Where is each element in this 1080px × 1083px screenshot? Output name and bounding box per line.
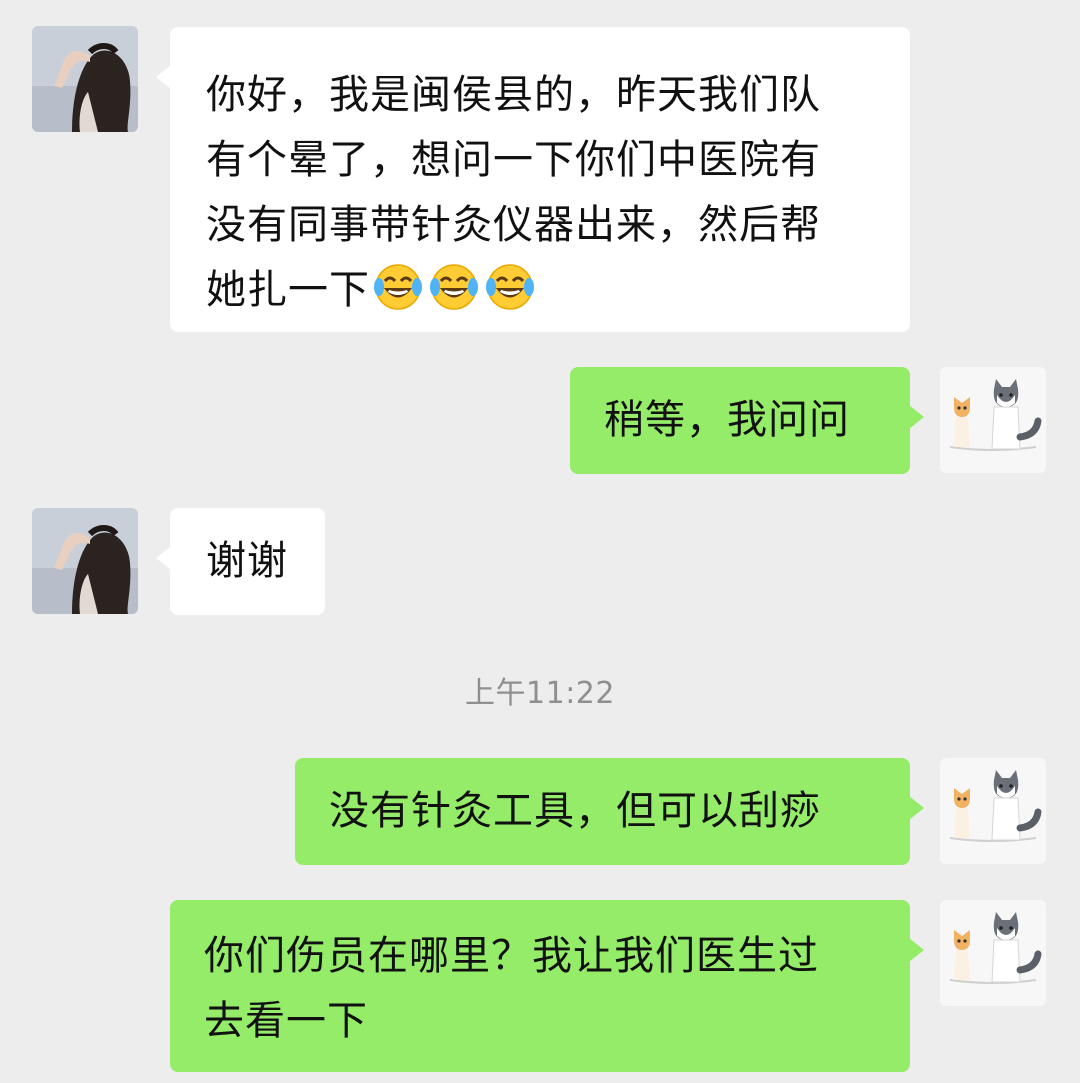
message-text-line: 你们伤员在哪里？我让我们医生过	[204, 933, 819, 979]
my-avatar[interactable]	[940, 900, 1046, 1006]
message-text-line: 有个晕了，想问一下你们中医院有	[206, 137, 821, 183]
cat-and-husky-avatar-icon	[940, 367, 1046, 473]
my-avatar[interactable]	[940, 758, 1046, 864]
cat-and-husky-avatar-icon	[940, 758, 1046, 864]
message-text-line: 没有同事带针灸仪器出来，然后帮	[206, 202, 821, 248]
message-text: 谢谢	[206, 538, 288, 584]
message-text-line: 去看一下	[204, 998, 368, 1044]
message-bubble-outgoing[interactable]: 稍等，我问问	[570, 367, 924, 474]
emoji-group	[372, 261, 540, 313]
contact-avatar[interactable]	[32, 508, 138, 614]
message-text-line: 你好，我是闽侯县的，昨天我们队	[206, 72, 821, 118]
cat-and-husky-avatar-icon	[940, 900, 1046, 1006]
message-text-line-last: 她扎一下	[206, 258, 880, 323]
message-text: 稍等，我问问	[604, 397, 850, 443]
message-bubble-outgoing[interactable]: 你们伤员在哪里？我让我们医生过 去看一下	[170, 900, 924, 1072]
laughing-with-tears-emoji-icon	[430, 264, 478, 310]
my-avatar[interactable]	[940, 367, 1046, 473]
message-bubble-incoming[interactable]: 你好，我是闽侯县的，昨天我们队 有个晕了，想问一下你们中医院有 没有同事带针灸仪…	[156, 27, 910, 332]
contact-avatar[interactable]	[32, 26, 138, 132]
message-text-line: 她扎一下	[206, 267, 370, 313]
laughing-with-tears-emoji-icon	[374, 264, 422, 310]
laughing-with-tears-emoji-icon	[486, 264, 534, 310]
message-bubble-outgoing[interactable]: 没有针灸工具，但可以刮痧	[295, 758, 924, 865]
message-timestamp: 上午11:22	[465, 676, 615, 711]
woman-avatar-icon	[32, 508, 138, 614]
message-bubble-incoming[interactable]: 谢谢	[156, 508, 325, 615]
message-text: 没有针灸工具，但可以刮痧	[329, 788, 821, 834]
woman-avatar-icon	[32, 26, 138, 132]
